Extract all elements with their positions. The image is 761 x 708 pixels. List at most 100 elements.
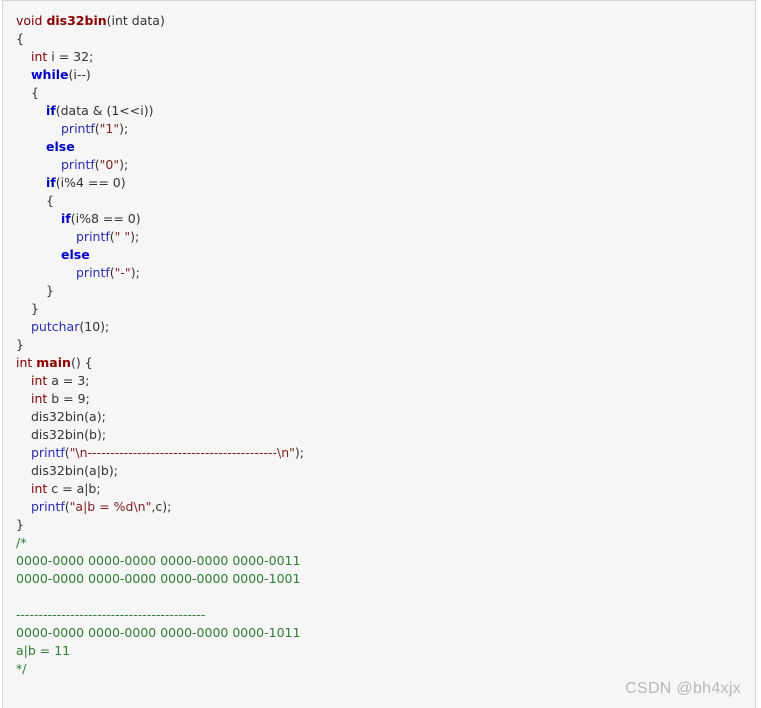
code-token: printf <box>61 157 95 172</box>
code-line: dis32bin(a); <box>16 408 304 426</box>
code-line: putchar(10); <box>16 318 304 336</box>
code-token: printf <box>61 121 95 136</box>
code-line: int c = a|b; <box>16 480 304 498</box>
code-token: () { <box>70 355 93 370</box>
code-token: printf <box>76 265 110 280</box>
code-token: } <box>46 283 54 298</box>
code-token: 0000-0000 0000-0000 0000-0000 0000-0011 <box>16 553 301 568</box>
code-token: a = 3; <box>47 373 90 388</box>
code-token: while <box>31 67 69 82</box>
code-line: printf("\n------------------------------… <box>16 444 304 462</box>
code-line: if(i%4 == 0) <box>16 174 304 192</box>
code-token: "1" <box>99 121 120 136</box>
code-token: int <box>16 355 37 370</box>
code-line: if(data & (1<<i)) <box>16 102 304 120</box>
code-token: main <box>36 355 71 370</box>
code-token: int <box>31 373 48 388</box>
code-line: } <box>16 282 304 300</box>
code-token: int <box>31 49 48 64</box>
code-token: else <box>46 139 75 154</box>
code-token: int <box>31 481 48 496</box>
code-line: 0000-0000 0000-0000 0000-0000 0000-1011 <box>16 624 304 642</box>
code-line: int a = 3; <box>16 372 304 390</box>
code-token: { <box>31 85 39 100</box>
code-token: "0" <box>99 157 120 172</box>
code-line: /* <box>16 534 304 552</box>
code-line: void dis32bin(int data) <box>16 12 304 30</box>
code-token: 0000-0000 0000-0000 0000-0000 0000-1011 <box>16 625 301 640</box>
code-line: int main() { <box>16 354 304 372</box>
code-line: { <box>16 192 304 210</box>
code-line: while(i--) <box>16 66 304 84</box>
code-token: ); <box>130 229 140 244</box>
code-line: a|b = 11 <box>16 642 304 660</box>
code-token: i = 32; <box>47 49 94 64</box>
code-token: printf <box>31 445 65 460</box>
code-token: (i%4 == 0) <box>55 175 126 190</box>
code-token: ,c); <box>151 499 172 514</box>
code-line: 0000-0000 0000-0000 0000-0000 0000-1001 <box>16 570 304 588</box>
code-token: printf <box>76 229 110 244</box>
code-token: dis32bin(b); <box>31 427 107 442</box>
code-token: if <box>46 175 56 190</box>
code-token: "a|b = %d\n" <box>69 499 152 514</box>
code-token: */ <box>16 661 27 676</box>
code-line: dis32bin(a|b); <box>16 462 304 480</box>
code-token: { <box>46 193 54 208</box>
code-token: } <box>16 337 24 352</box>
code-line: printf("1"); <box>16 120 304 138</box>
code-line: printf(" "); <box>16 228 304 246</box>
code-block: void dis32bin(int data){int i = 32; while… <box>2 0 756 708</box>
code-token: printf <box>31 499 65 514</box>
code-line: printf("0"); <box>16 156 304 174</box>
code-token: ); <box>130 265 140 280</box>
code-line: */ <box>16 660 304 678</box>
code-token: int <box>31 391 48 406</box>
code-line: dis32bin(b); <box>16 426 304 444</box>
code-line: { <box>16 30 304 48</box>
code-token: (10); <box>79 319 110 334</box>
code-token: dis32bin(a|b); <box>31 463 118 478</box>
code-token: ); <box>119 121 129 136</box>
watermark: CSDN @bh4xjx <box>625 680 741 697</box>
code-line: { <box>16 84 304 102</box>
code-token: dis32bin(a); <box>31 409 106 424</box>
code-token: (i--) <box>68 67 91 82</box>
code-token: else <box>61 247 90 262</box>
code-line: else <box>16 246 304 264</box>
code-token: if <box>46 103 56 118</box>
code-lines: void dis32bin(int data){int i = 32; while… <box>16 12 304 678</box>
code-token: dis32bin <box>46 13 107 28</box>
code-token: (int data) <box>106 13 165 28</box>
code-token: "-" <box>114 265 131 280</box>
code-token: " " <box>114 229 131 244</box>
code-line: 0000-0000 0000-0000 0000-0000 0000-0011 <box>16 552 304 570</box>
code-line: } <box>16 516 304 534</box>
code-token: /* <box>16 535 27 550</box>
code-line: else <box>16 138 304 156</box>
code-line: } <box>16 336 304 354</box>
code-token: b = 9; <box>47 391 90 406</box>
code-token: ); <box>119 157 129 172</box>
code-line: printf("a|b = %d\n",c); <box>16 498 304 516</box>
code-token: ----------------------------------------… <box>16 607 206 622</box>
code-line: int b = 9; <box>16 390 304 408</box>
code-token: } <box>16 517 24 532</box>
code-token: } <box>31 301 39 316</box>
code-line: printf("-"); <box>16 264 304 282</box>
code-token: putchar <box>31 319 80 334</box>
code-token: void <box>16 13 47 28</box>
code-token: if <box>61 211 71 226</box>
code-line: } <box>16 300 304 318</box>
code-token: 0000-0000 0000-0000 0000-0000 0000-1001 <box>16 571 301 586</box>
code-token: (data & (1<<i)) <box>55 103 154 118</box>
code-token: (i%8 == 0) <box>70 211 141 226</box>
code-line: if(i%8 == 0) <box>16 210 304 228</box>
code-line: ----------------------------------------… <box>16 606 304 624</box>
code-token: "\n-------------------------------------… <box>69 445 295 460</box>
code-line: int i = 32; <box>16 48 304 66</box>
code-token: a|b = 11 <box>16 643 71 658</box>
code-token: ); <box>294 445 304 460</box>
code-token: c = a|b; <box>47 481 101 496</box>
